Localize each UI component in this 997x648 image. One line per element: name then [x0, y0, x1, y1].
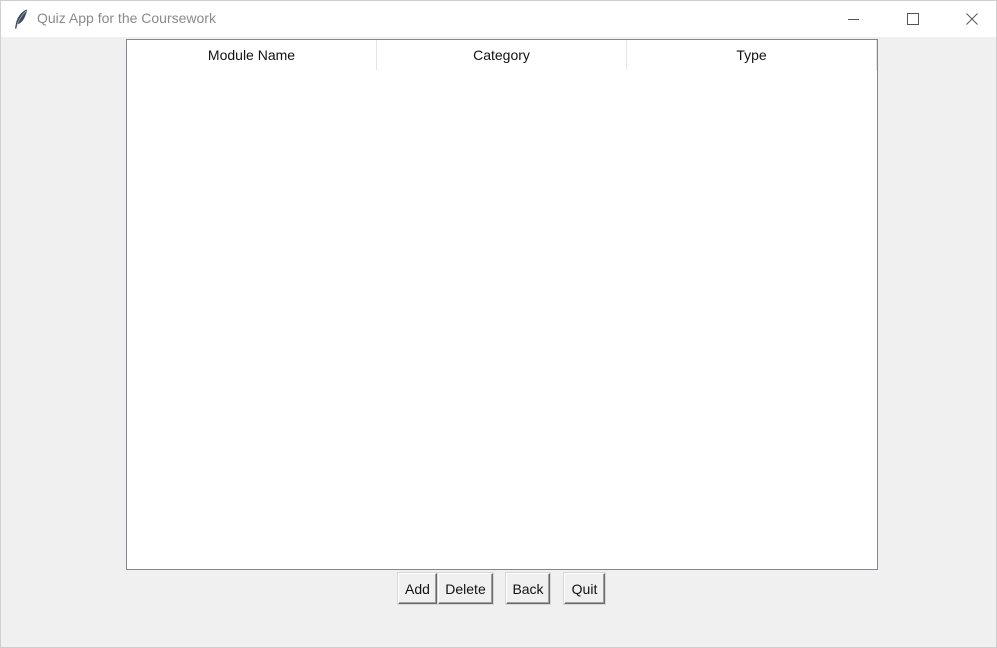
column-header-type[interactable]: Type	[627, 40, 877, 70]
close-icon	[966, 13, 978, 25]
close-button[interactable]	[949, 1, 995, 37]
minimize-button[interactable]	[831, 1, 877, 37]
back-button[interactable]: Back	[505, 572, 551, 605]
title-bar[interactable]: Quiz App for the Coursework	[1, 1, 996, 37]
table-body[interactable]	[127, 70, 877, 569]
maximize-icon	[907, 13, 919, 25]
add-button[interactable]: Add	[397, 572, 438, 605]
maximize-button[interactable]	[890, 1, 936, 37]
app-window: Quiz App for the Coursework Module Name …	[0, 0, 997, 648]
table-header: Module Name Category Type	[127, 40, 877, 70]
column-header-category[interactable]: Category	[377, 40, 627, 70]
minimize-icon	[848, 13, 860, 25]
modules-table[interactable]: Module Name Category Type	[126, 39, 878, 570]
quit-button[interactable]: Quit	[563, 572, 606, 605]
feather-icon	[13, 8, 29, 30]
column-header-module-name[interactable]: Module Name	[127, 40, 377, 70]
window-title: Quiz App for the Coursework	[37, 10, 216, 26]
action-bar: Add Delete Back Quit	[1, 571, 997, 605]
delete-button[interactable]: Delete	[437, 572, 494, 605]
